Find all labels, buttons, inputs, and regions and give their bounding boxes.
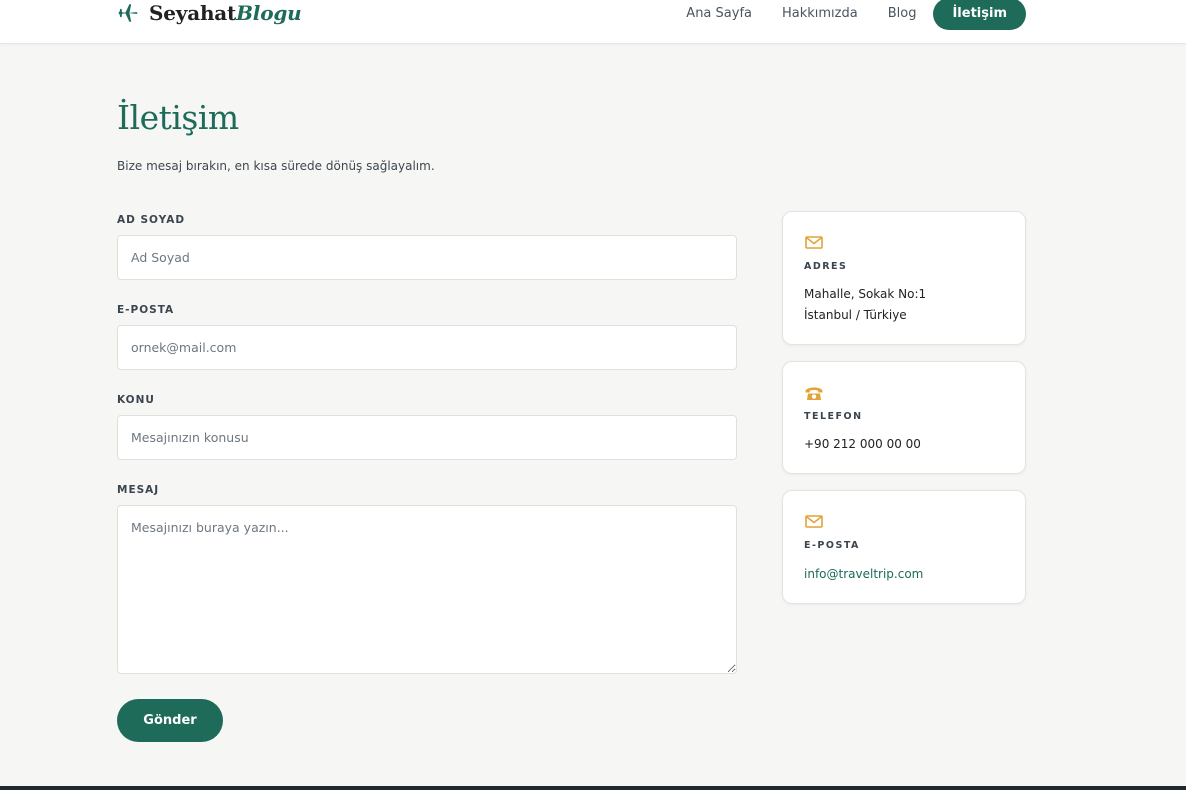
envelope-icon — [804, 512, 824, 532]
name-input[interactable] — [117, 235, 737, 280]
footer-edge — [0, 786, 1186, 790]
email-field-label: E-POSTA — [117, 304, 175, 316]
brand-name: SeyahatBlogu — [149, 1, 302, 25]
message-textarea[interactable] — [117, 505, 737, 674]
address-line-2: İstanbul / Türkiye — [804, 308, 907, 322]
email-link[interactable]: info@traveltrip.com — [804, 567, 923, 581]
email-label: E-POSTA — [804, 540, 860, 551]
message-field-group: MESAJ — [117, 484, 737, 674]
email-card: E-POSTA info@traveltrip.com — [782, 490, 1026, 604]
contact-info: ADRES Mahalle, Sokak No:1 İstanbul / Tür… — [782, 211, 1026, 620]
nav-blog[interactable]: Blog — [873, 0, 932, 30]
contact-page: SeyahatBlogu Ana Sayfa Hakkımızda Blog İ… — [0, 0, 1186, 790]
site-header: SeyahatBlogu Ana Sayfa Hakkımızda Blog İ… — [0, 0, 1186, 44]
message-field-label: MESAJ — [117, 484, 160, 496]
subject-field-group: KONU — [117, 394, 737, 460]
email-input[interactable] — [117, 325, 737, 370]
nav-home[interactable]: Ana Sayfa — [671, 0, 767, 30]
main-nav: Ana Sayfa Hakkımızda Blog İletişim — [671, 0, 1026, 30]
phone-value: +90 212 000 00 00 — [804, 437, 921, 451]
telephone-icon — [804, 383, 824, 403]
brand-name-main: Seyahat — [149, 1, 237, 25]
nav-contact[interactable]: İletişim — [933, 0, 1026, 30]
brand-logo[interactable]: SeyahatBlogu — [117, 0, 302, 28]
page-title: İletişim — [117, 98, 239, 137]
brand-name-accent: Blogu — [236, 1, 302, 25]
subject-field-label: KONU — [117, 394, 155, 406]
name-field-group: AD SOYAD — [117, 214, 737, 280]
address-card: ADRES Mahalle, Sokak No:1 İstanbul / Tür… — [782, 211, 1026, 345]
address-label: ADRES — [804, 261, 848, 272]
submit-button[interactable]: Gönder — [117, 699, 223, 742]
page-subtitle: Bize mesaj bırakın, en kısa sürede dönüş… — [117, 159, 435, 173]
email-field-group: E-POSTA — [117, 304, 737, 370]
plane-icon — [117, 2, 139, 24]
phone-card: TELEFON +90 212 000 00 00 — [782, 361, 1026, 474]
envelope-icon — [804, 233, 824, 253]
phone-label: TELEFON — [804, 411, 863, 422]
address-line-1: Mahalle, Sokak No:1 — [804, 287, 927, 301]
contact-form: AD SOYAD E-POSTA KONU MESAJ Gönder — [117, 214, 737, 742]
subject-input[interactable] — [117, 415, 737, 460]
nav-about[interactable]: Hakkımızda — [767, 0, 873, 30]
name-field-label: AD SOYAD — [117, 214, 186, 226]
